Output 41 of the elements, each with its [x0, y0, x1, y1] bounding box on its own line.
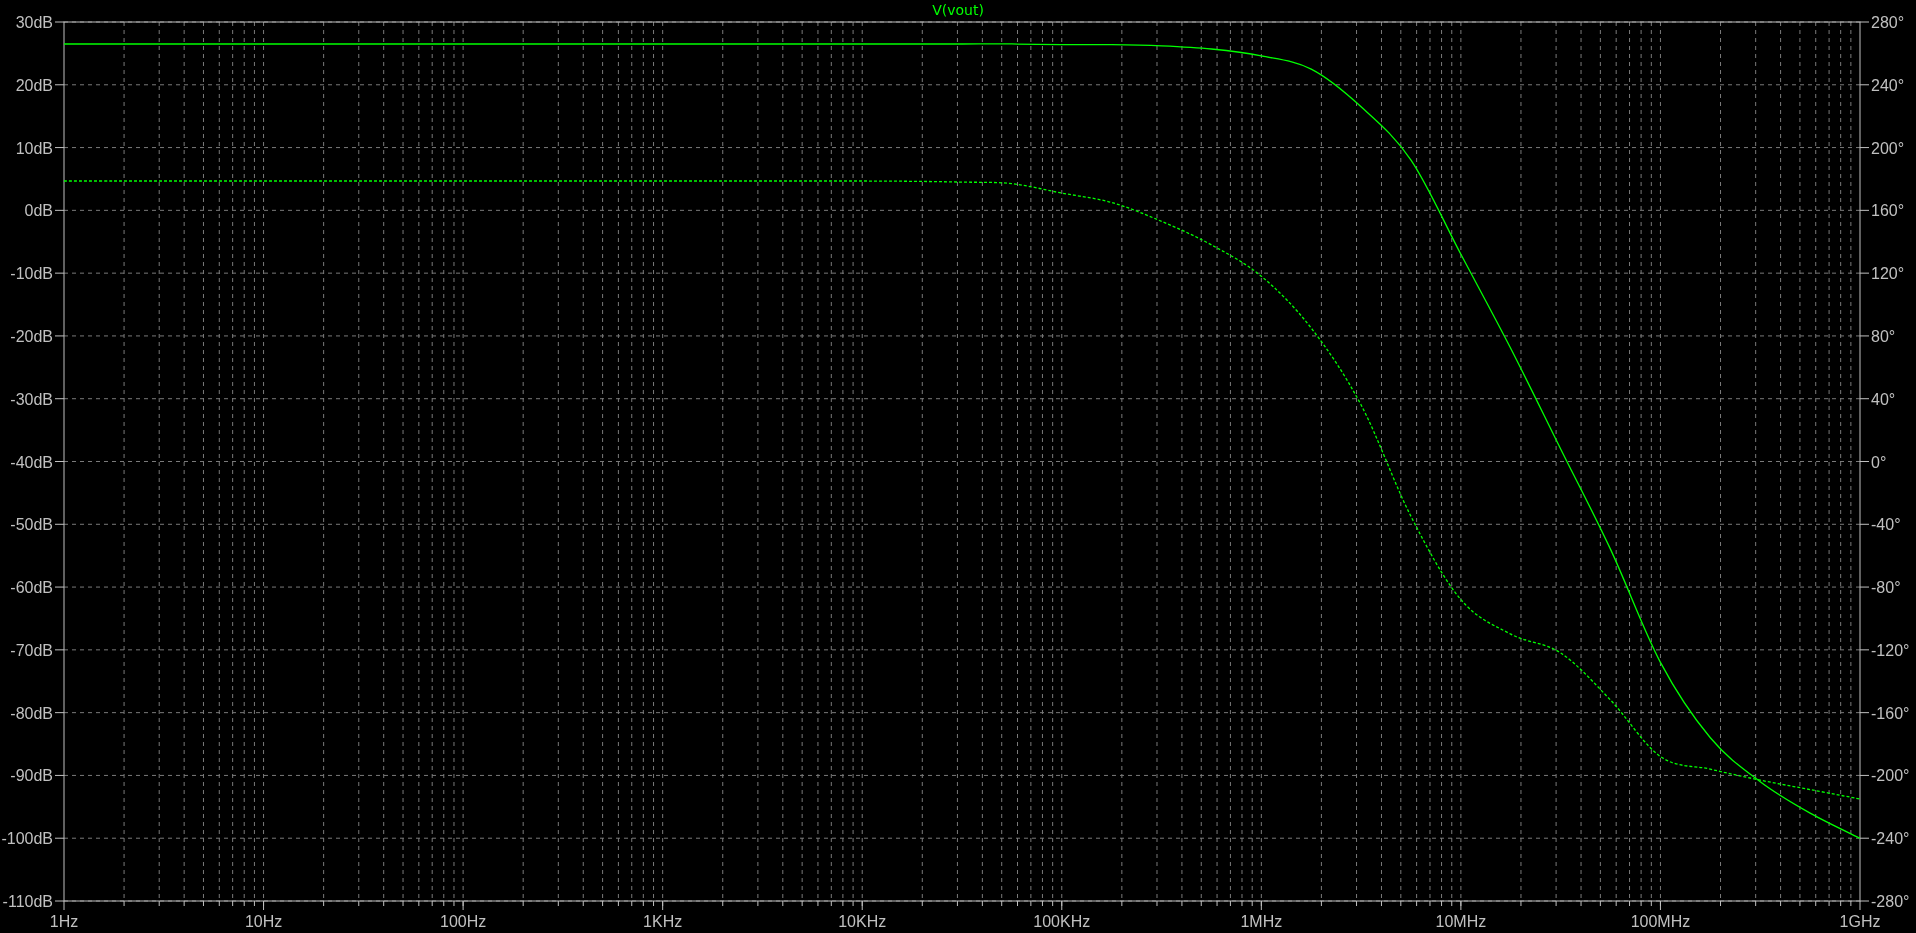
axis-label: -240°: [1871, 830, 1910, 848]
axis-label: -70dB: [10, 641, 53, 659]
axis-label: 10dB: [15, 139, 53, 157]
axis-label: -10dB: [10, 265, 53, 283]
axis-label: -160°: [1871, 704, 1910, 722]
axis-label: -110dB: [2, 893, 53, 910]
axis-label: 1MHz: [1240, 913, 1283, 930]
axis-label: -40°: [1871, 516, 1901, 534]
axis-label: 100Hz: [440, 913, 487, 930]
axis-label: 100MHz: [1630, 913, 1691, 930]
axis-label: 0°: [1871, 453, 1887, 471]
axis-label: -90dB: [10, 767, 53, 785]
axis-label: 160°: [1871, 202, 1905, 220]
axis-label: -80°: [1871, 579, 1901, 597]
axis-label: 80°: [1871, 327, 1896, 345]
axis-label: 10KHz: [838, 913, 887, 930]
axis-label: 20dB: [15, 76, 53, 94]
axis-label: 40°: [1871, 390, 1896, 408]
axis-label: 120°: [1871, 265, 1905, 283]
axis-label: 200°: [1871, 139, 1905, 157]
trace-title: V(vout): [932, 2, 984, 18]
axis-label: -40dB: [10, 453, 53, 471]
axis-label: 1KHz: [643, 913, 683, 930]
axis-label: -120°: [1871, 641, 1910, 659]
axis-label: -60dB: [10, 579, 53, 597]
axis-label: 10MHz: [1435, 913, 1487, 930]
axis-label: -80dB: [10, 704, 53, 722]
axis-label: -100dB: [1, 830, 53, 848]
axis-label: 1GHz: [1839, 913, 1881, 930]
axis-label: 10Hz: [244, 913, 283, 930]
axis-label: 100KHz: [1033, 913, 1091, 930]
axis-label: -200°: [1871, 767, 1910, 785]
axis-label: -20dB: [10, 327, 53, 345]
axis-label: -50dB: [10, 516, 53, 534]
axis-label: 240°: [1871, 76, 1905, 94]
axis-label: -280°: [1871, 893, 1910, 910]
axis-label: 280°: [1871, 14, 1905, 31]
axis-label: 1Hz: [49, 913, 79, 930]
axis-label: -30dB: [10, 390, 53, 408]
axis-label: 30dB: [15, 14, 53, 31]
axis-label: 0dB: [24, 202, 53, 220]
